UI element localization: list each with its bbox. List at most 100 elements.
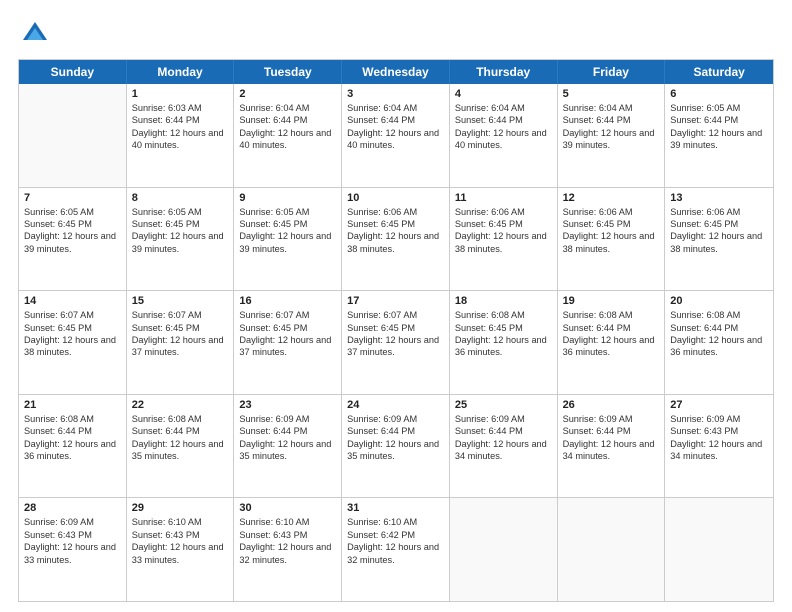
daylight-line: Daylight: 12 hours and 40 minutes.: [455, 127, 552, 152]
weekday-header-thursday: Thursday: [450, 60, 558, 84]
sunrise-line: Sunrise: 6:05 AM: [239, 206, 336, 218]
sunset-line: Sunset: 6:44 PM: [563, 322, 660, 334]
empty-cell-4-6: [665, 498, 773, 601]
sunrise-line: Sunrise: 6:09 AM: [455, 413, 552, 425]
day-number: 15: [132, 295, 229, 307]
day-number: 10: [347, 192, 444, 204]
sunset-line: Sunset: 6:44 PM: [239, 114, 336, 126]
sunset-line: Sunset: 6:44 PM: [132, 425, 229, 437]
sunset-line: Sunset: 6:44 PM: [670, 322, 768, 334]
day-number: 16: [239, 295, 336, 307]
weekday-header-monday: Monday: [127, 60, 235, 84]
sunrise-line: Sunrise: 6:04 AM: [563, 102, 660, 114]
logo-icon: [21, 18, 49, 46]
daylight-line: Daylight: 12 hours and 36 minutes.: [670, 334, 768, 359]
daylight-line: Daylight: 12 hours and 36 minutes.: [24, 438, 121, 463]
daylight-line: Daylight: 12 hours and 39 minutes.: [670, 127, 768, 152]
sunset-line: Sunset: 6:45 PM: [132, 322, 229, 334]
sunset-line: Sunset: 6:45 PM: [24, 218, 121, 230]
day-cell-10: 10Sunrise: 6:06 AMSunset: 6:45 PMDayligh…: [342, 188, 450, 291]
day-number: 20: [670, 295, 768, 307]
weekday-header-friday: Friday: [558, 60, 666, 84]
daylight-line: Daylight: 12 hours and 38 minutes.: [455, 230, 552, 255]
sunrise-line: Sunrise: 6:08 AM: [132, 413, 229, 425]
calendar: SundayMondayTuesdayWednesdayThursdayFrid…: [18, 59, 774, 602]
day-number: 21: [24, 399, 121, 411]
sunset-line: Sunset: 6:44 PM: [455, 425, 552, 437]
sunrise-line: Sunrise: 6:08 AM: [670, 309, 768, 321]
sunrise-line: Sunrise: 6:04 AM: [239, 102, 336, 114]
day-number: 11: [455, 192, 552, 204]
daylight-line: Daylight: 12 hours and 39 minutes.: [239, 230, 336, 255]
empty-cell-4-5: [558, 498, 666, 601]
sunrise-line: Sunrise: 6:08 AM: [24, 413, 121, 425]
sunrise-line: Sunrise: 6:06 AM: [455, 206, 552, 218]
day-cell-23: 23Sunrise: 6:09 AMSunset: 6:44 PMDayligh…: [234, 395, 342, 498]
day-number: 18: [455, 295, 552, 307]
calendar-row-4: 21Sunrise: 6:08 AMSunset: 6:44 PMDayligh…: [19, 395, 773, 499]
sunrise-line: Sunrise: 6:10 AM: [132, 516, 229, 528]
day-number: 27: [670, 399, 768, 411]
daylight-line: Daylight: 12 hours and 39 minutes.: [24, 230, 121, 255]
sunset-line: Sunset: 6:45 PM: [239, 218, 336, 230]
sunrise-line: Sunrise: 6:06 AM: [563, 206, 660, 218]
day-cell-26: 26Sunrise: 6:09 AMSunset: 6:44 PMDayligh…: [558, 395, 666, 498]
day-number: 9: [239, 192, 336, 204]
sunset-line: Sunset: 6:44 PM: [347, 425, 444, 437]
day-cell-9: 9 Sunrise: 6:05 AMSunset: 6:45 PMDaylight…: [234, 188, 342, 291]
sunrise-line: Sunrise: 6:08 AM: [563, 309, 660, 321]
sunset-line: Sunset: 6:45 PM: [347, 218, 444, 230]
daylight-line: Daylight: 12 hours and 34 minutes.: [455, 438, 552, 463]
daylight-line: Daylight: 12 hours and 40 minutes.: [132, 127, 229, 152]
sunrise-line: Sunrise: 6:08 AM: [455, 309, 552, 321]
sunset-line: Sunset: 6:44 PM: [563, 114, 660, 126]
daylight-line: Daylight: 12 hours and 34 minutes.: [670, 438, 768, 463]
sunrise-line: Sunrise: 6:10 AM: [347, 516, 444, 528]
sunset-line: Sunset: 6:45 PM: [455, 322, 552, 334]
day-number: 28: [24, 502, 121, 514]
weekday-header-wednesday: Wednesday: [342, 60, 450, 84]
day-cell-16: 16Sunrise: 6:07 AMSunset: 6:45 PMDayligh…: [234, 291, 342, 394]
sunset-line: Sunset: 6:44 PM: [563, 425, 660, 437]
day-cell-20: 20 Sunrise: 6:08 AMSunset: 6:44 PMDayligh…: [665, 291, 773, 394]
day-cell-7: 7Sunrise: 6:05 AMSunset: 6:45 PMDaylight…: [19, 188, 127, 291]
sunset-line: Sunset: 6:45 PM: [347, 322, 444, 334]
empty-cell-4-4: [450, 498, 558, 601]
day-cell-31: 31Sunrise: 6:10 AMSunset: 6:42 PMDayligh…: [342, 498, 450, 601]
day-cell-8: 8Sunrise: 6:05 AMSunset: 6:45 PMDaylight…: [127, 188, 235, 291]
day-number: 22: [132, 399, 229, 411]
calendar-row-5: 28Sunrise: 6:09 AMSunset: 6:43 PMDayligh…: [19, 498, 773, 601]
day-number: 8: [132, 192, 229, 204]
sunset-line: Sunset: 6:43 PM: [132, 529, 229, 541]
weekday-header-sunday: Sunday: [19, 60, 127, 84]
day-number: 4: [455, 88, 552, 100]
day-number: 25: [455, 399, 552, 411]
sunrise-line: Sunrise: 6:03 AM: [132, 102, 229, 114]
day-cell-5: 5 Sunrise: 6:04 AMSunset: 6:44 PMDaylight…: [558, 84, 666, 187]
daylight-line: Daylight: 12 hours and 33 minutes.: [132, 541, 229, 566]
day-cell-19: 19Sunrise: 6:08 AMSunset: 6:44 PMDayligh…: [558, 291, 666, 394]
daylight-line: Daylight: 12 hours and 39 minutes.: [563, 127, 660, 152]
sunset-line: Sunset: 6:44 PM: [132, 114, 229, 126]
daylight-line: Daylight: 12 hours and 37 minutes.: [132, 334, 229, 359]
day-cell-27: 27Sunrise: 6:09 AMSunset: 6:43 PMDayligh…: [665, 395, 773, 498]
sunset-line: Sunset: 6:45 PM: [132, 218, 229, 230]
day-cell-4: 4Sunrise: 6:04 AMSunset: 6:44 PMDaylight…: [450, 84, 558, 187]
sunset-line: Sunset: 6:42 PM: [347, 529, 444, 541]
daylight-line: Daylight: 12 hours and 32 minutes.: [239, 541, 336, 566]
sunrise-line: Sunrise: 6:04 AM: [347, 102, 444, 114]
day-number: 1: [132, 88, 229, 100]
sunrise-line: Sunrise: 6:09 AM: [563, 413, 660, 425]
day-number: 24: [347, 399, 444, 411]
day-number: 3: [347, 88, 444, 100]
day-cell-24: 24Sunrise: 6:09 AMSunset: 6:44 PMDayligh…: [342, 395, 450, 498]
logo: [18, 18, 49, 51]
calendar-body: 1Sunrise: 6:03 AMSunset: 6:44 PMDaylight…: [19, 84, 773, 601]
daylight-line: Daylight: 12 hours and 34 minutes.: [563, 438, 660, 463]
daylight-line: Daylight: 12 hours and 35 minutes.: [132, 438, 229, 463]
sunset-line: Sunset: 6:45 PM: [239, 322, 336, 334]
day-cell-18: 18Sunrise: 6:08 AMSunset: 6:45 PMDayligh…: [450, 291, 558, 394]
day-number: 2: [239, 88, 336, 100]
day-cell-2: 2Sunrise: 6:04 AMSunset: 6:44 PMDaylight…: [234, 84, 342, 187]
day-number: 5: [563, 88, 660, 100]
